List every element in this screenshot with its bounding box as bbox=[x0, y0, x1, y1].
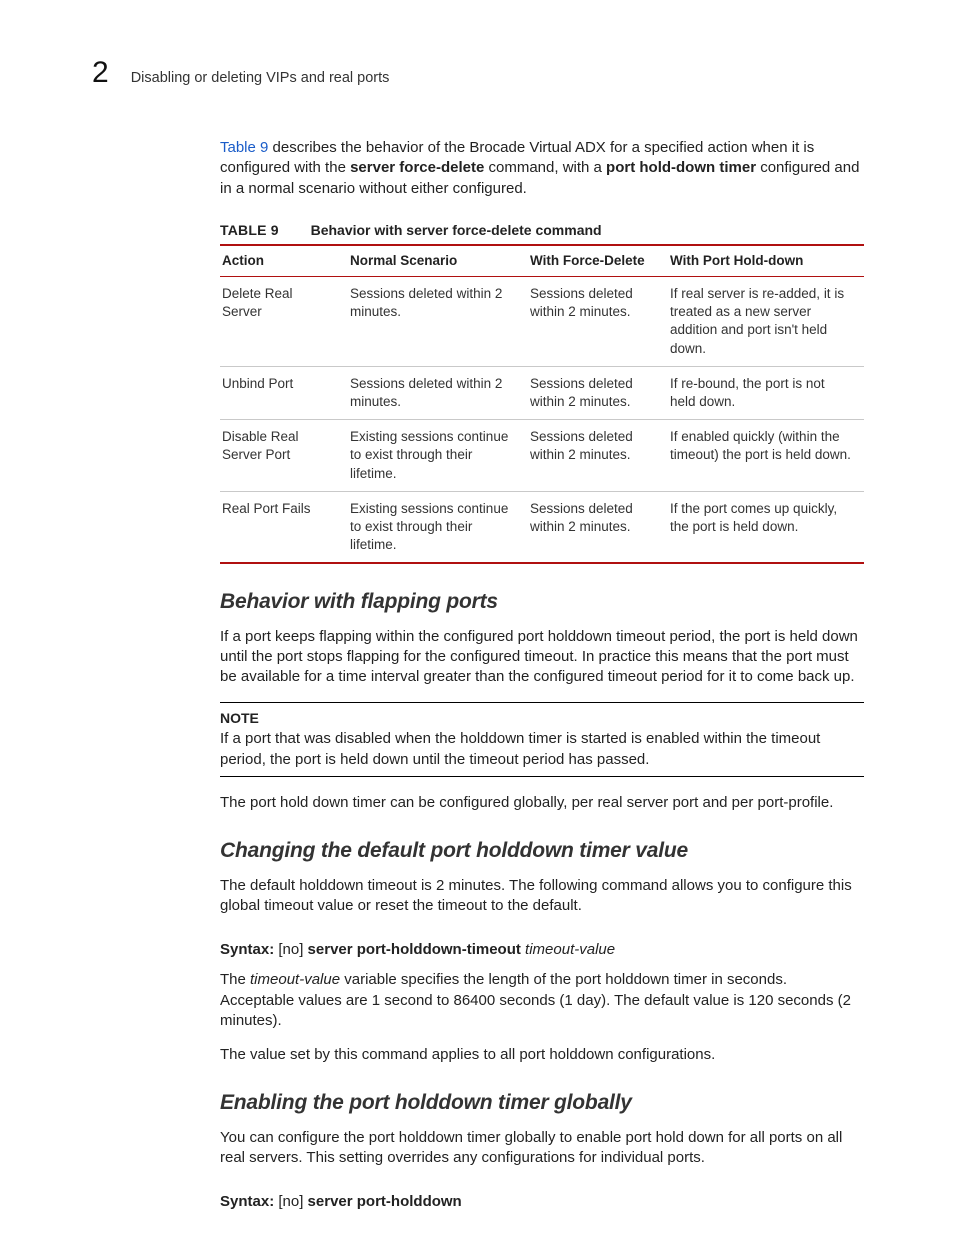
paragraph: You can configure the port holddown time… bbox=[220, 1128, 864, 1169]
intro-cmd-1: server force-delete bbox=[350, 159, 484, 176]
paragraph: The default holddown timeout is 2 minute… bbox=[220, 876, 864, 917]
cell: Sessions deleted within 2 minutes. bbox=[528, 491, 668, 563]
paragraph: The value set by this command applies to… bbox=[220, 1045, 864, 1065]
variable-name: timeout-value bbox=[250, 971, 340, 988]
cell: Existing sessions continue to exist thro… bbox=[348, 491, 528, 563]
running-title: Disabling or deleting VIPs and real port… bbox=[131, 69, 390, 89]
table-row: Disable Real Server Port Existing sessio… bbox=[220, 420, 864, 492]
col-header: Normal Scenario bbox=[348, 245, 528, 277]
table-title: Behavior with server force-delete comman… bbox=[311, 222, 602, 238]
note-label: NOTE bbox=[220, 709, 864, 728]
cell: Existing sessions continue to exist thro… bbox=[348, 420, 528, 492]
cell: Sessions deleted within 2 minutes. bbox=[528, 276, 668, 366]
page-header: 2 Disabling or deleting VIPs and real po… bbox=[92, 58, 864, 89]
behavior-table: Action Normal Scenario With Force-Delete… bbox=[220, 244, 864, 565]
syntax-no: [no] bbox=[278, 941, 307, 958]
cell: Sessions deleted within 2 minutes. bbox=[348, 276, 528, 366]
syntax-variable: timeout-value bbox=[525, 941, 615, 958]
syntax-line: Syntax: [no] server port-holddown-timeou… bbox=[220, 940, 864, 960]
text: The bbox=[220, 971, 250, 988]
heading-changing-timer: Changing the default port holddown timer… bbox=[220, 837, 864, 865]
note-text: If a port that was disabled when the hol… bbox=[220, 730, 820, 767]
syntax-command: server port-holddown-timeout bbox=[308, 941, 526, 958]
cell: Real Port Fails bbox=[220, 491, 348, 563]
paragraph: The timeout-value variable specifies the… bbox=[220, 970, 864, 1031]
intro-cmd-2: port hold-down timer bbox=[606, 159, 756, 176]
table-row: Delete Real Server Sessions deleted with… bbox=[220, 276, 864, 366]
paragraph: The port hold down timer can be configur… bbox=[220, 793, 864, 813]
col-header: With Port Hold-down bbox=[668, 245, 864, 277]
cell: If real server is re-added, it is treate… bbox=[668, 276, 864, 366]
cell: Disable Real Server Port bbox=[220, 420, 348, 492]
paragraph: If a port keeps flapping within the conf… bbox=[220, 627, 864, 688]
col-header: With Force-Delete bbox=[528, 245, 668, 277]
chapter-number: 2 bbox=[92, 58, 109, 88]
note-block: NOTE If a port that was disabled when th… bbox=[220, 702, 864, 777]
cell: Unbind Port bbox=[220, 366, 348, 419]
cell: Sessions deleted within 2 minutes. bbox=[528, 420, 668, 492]
syntax-line: Syntax: [no] server port-holddown bbox=[220, 1192, 864, 1212]
intro-paragraph: Table 9 describes the behavior of the Br… bbox=[220, 138, 864, 199]
heading-enabling-timer: Enabling the port holddown timer globall… bbox=[220, 1089, 864, 1117]
syntax-command: server port-holddown bbox=[308, 1193, 462, 1210]
col-header: Action bbox=[220, 245, 348, 277]
table-row: Unbind Port Sessions deleted within 2 mi… bbox=[220, 366, 864, 419]
cell: Delete Real Server bbox=[220, 276, 348, 366]
table-9-link[interactable]: Table 9 bbox=[220, 139, 268, 156]
table-caption: TABLE 9 Behavior with server force-delet… bbox=[220, 221, 864, 240]
cell: Sessions deleted within 2 minutes. bbox=[528, 366, 668, 419]
cell: If enabled quickly (within the timeout) … bbox=[668, 420, 864, 492]
table-header-row: Action Normal Scenario With Force-Delete… bbox=[220, 245, 864, 277]
table-label: TABLE 9 bbox=[220, 222, 279, 238]
document-page: 2 Disabling or deleting VIPs and real po… bbox=[0, 0, 954, 1235]
syntax-label: Syntax: bbox=[220, 1193, 278, 1210]
syntax-label: Syntax: bbox=[220, 941, 278, 958]
cell: Sessions deleted within 2 minutes. bbox=[348, 366, 528, 419]
heading-flapping-ports: Behavior with flapping ports bbox=[220, 588, 864, 616]
cell: If the port comes up quickly, the port i… bbox=[668, 491, 864, 563]
syntax-no: [no] bbox=[278, 1193, 307, 1210]
content-column: Table 9 describes the behavior of the Br… bbox=[220, 138, 864, 1222]
intro-text-2: command, with a bbox=[484, 159, 606, 176]
cell: If re-bound, the port is not held down. bbox=[668, 366, 864, 419]
table-row: Real Port Fails Existing sessions contin… bbox=[220, 491, 864, 563]
